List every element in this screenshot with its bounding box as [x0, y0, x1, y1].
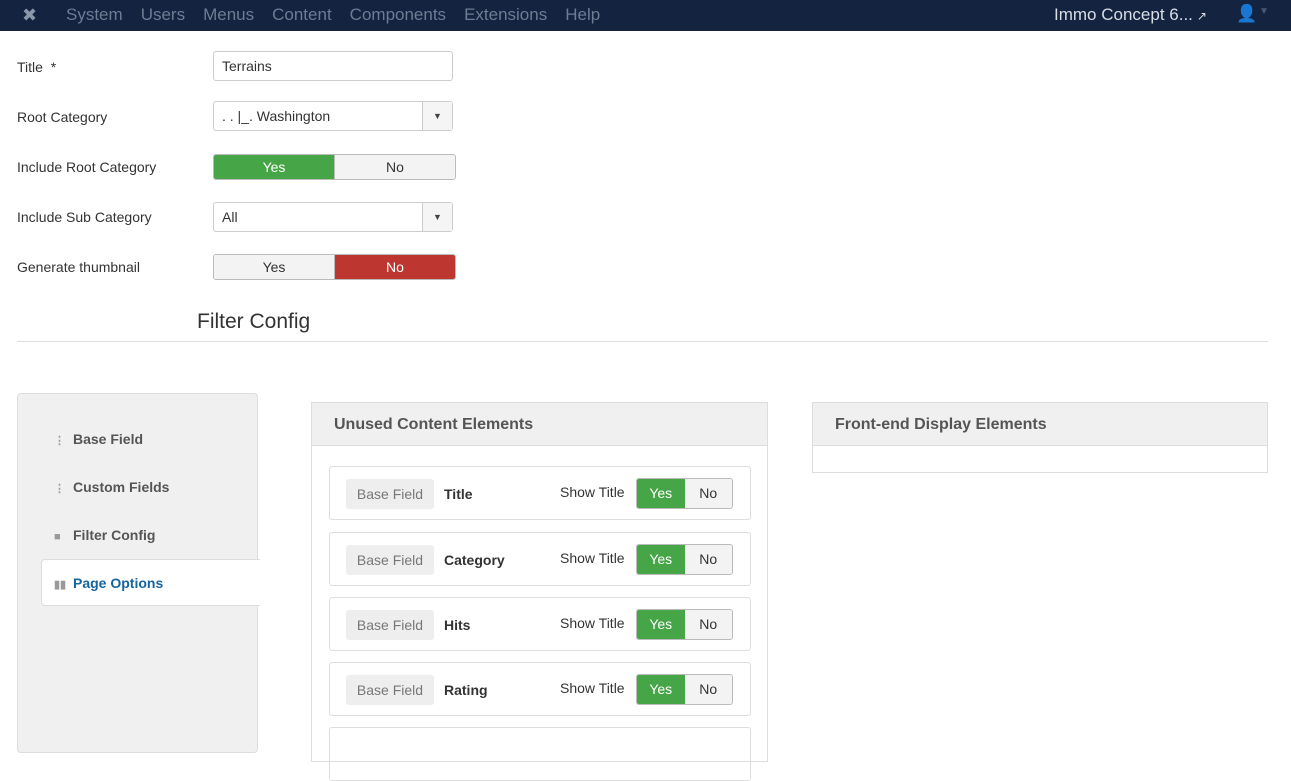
no-option[interactable]: No [684, 610, 732, 639]
yes-option[interactable]: Yes [214, 255, 334, 279]
show-title-label: Show Title [560, 615, 625, 631]
joomla-logo-icon[interactable]: ✖ [22, 5, 40, 25]
field-type-badge: Base Field [346, 675, 434, 705]
square-icon: ■ [54, 531, 61, 543]
menu-menus[interactable]: Menus [203, 5, 254, 25]
chevron-down-icon[interactable]: ▼ [422, 203, 452, 231]
unused-elements-panel: Unused Content Elements Base Field Title S… [311, 402, 768, 781]
title-input[interactable]: Terrains [213, 51, 453, 81]
site-name: Immo Concept 6... [1054, 5, 1193, 24]
field-name: Title [444, 486, 473, 502]
yes-option[interactable]: Yes [637, 545, 685, 574]
content-element-row[interactable]: Base Field Category Show Title Yes No [329, 532, 751, 586]
menu-content[interactable]: Content [272, 5, 332, 25]
site-link[interactable]: Immo Concept 6... ↗ [1054, 5, 1207, 25]
tab-base-field[interactable]: ⋮ Base Field [54, 431, 143, 447]
content-element-row[interactable]: Base Field Hits Show Title Yes No [329, 597, 751, 651]
menu-help[interactable]: Help [565, 5, 600, 25]
field-name: Rating [444, 682, 488, 698]
show-title-label: Show Title [560, 484, 625, 500]
no-option[interactable]: No [684, 675, 732, 704]
grip-icon: ⋮ [54, 483, 65, 495]
section-title: Filter Config [197, 310, 311, 333]
yes-option[interactable]: Yes [637, 610, 685, 639]
tab-list: ⋮ Base Field ⋮ Custom Fields ■ Filter Confi… [17, 393, 260, 753]
include-sub-label: Include Sub Category [17, 209, 152, 225]
top-navbar: ✖ System Users Menus Content Components … [0, 0, 1291, 31]
field-type-badge: Base Field [346, 610, 434, 640]
user-icon[interactable]: 👤 [1236, 4, 1257, 24]
panel-title: Front-end Display Elements [813, 403, 1267, 446]
field-name: Category [444, 552, 505, 568]
no-option[interactable]: No [684, 545, 732, 574]
include-root-toggle: Yes No [213, 154, 456, 180]
root-category-label: Root Category [17, 109, 108, 125]
field-type-badge: Base Field [346, 479, 434, 509]
content-element-row[interactable]: Base Field Rating Show Title Yes No [329, 662, 751, 716]
yes-option[interactable]: Yes [637, 479, 685, 508]
no-option[interactable]: No [684, 479, 732, 508]
selected-value: . . |_. Washington [222, 108, 331, 124]
show-title-label: Show Title [560, 680, 625, 696]
yes-option[interactable]: Yes [637, 675, 685, 704]
tab-custom-fields[interactable]: ⋮ Custom Fields [54, 479, 169, 495]
columns-icon: ▮▮ [54, 579, 67, 591]
no-option[interactable]: No [334, 155, 455, 179]
title-label: Title * [17, 59, 57, 75]
thumbnail-toggle: Yes No [213, 254, 456, 280]
no-option[interactable]: No [334, 255, 455, 279]
show-title-label: Show Title [560, 550, 625, 566]
show-title-toggle: Yes No [636, 478, 733, 509]
selected-value: All [222, 209, 238, 225]
field-type-badge: Base Field [346, 545, 434, 575]
frontend-elements-panel: Front-end Display Elements [812, 402, 1268, 473]
menu-users[interactable]: Users [141, 5, 185, 25]
menu-extensions[interactable]: Extensions [464, 5, 547, 25]
tab-page-options[interactable]: ▮▮ Page Options [41, 559, 260, 606]
chevron-down-icon[interactable]: ▼ [1259, 6, 1269, 17]
grip-icon: ⋮ [54, 435, 65, 447]
chevron-down-icon[interactable]: ▼ [422, 102, 452, 130]
content-element-row[interactable]: Base Field Title Show Title Yes No [329, 466, 751, 520]
tab-filter-config[interactable]: ■ Filter Config [54, 527, 155, 543]
show-title-toggle: Yes No [636, 609, 733, 640]
menu-components[interactable]: Components [350, 5, 446, 25]
include-root-label: Include Root Category [17, 159, 157, 175]
yes-option[interactable]: Yes [214, 155, 334, 179]
show-title-toggle: Yes No [636, 674, 733, 705]
show-title-toggle: Yes No [636, 544, 733, 575]
panel-title: Unused Content Elements [312, 403, 767, 446]
thumbnail-label: Generate thumbnail [17, 259, 140, 275]
menu-system[interactable]: System [66, 5, 123, 25]
divider [17, 341, 1268, 342]
root-category-select[interactable]: . . |_. Washington ▼ [213, 101, 453, 131]
content-element-row[interactable] [329, 727, 751, 781]
field-name: Hits [444, 617, 471, 633]
main-menu: System Users Menus Content Components Ex… [66, 5, 618, 25]
include-sub-select[interactable]: All ▼ [213, 202, 453, 232]
external-link-icon: ↗ [1196, 9, 1207, 23]
